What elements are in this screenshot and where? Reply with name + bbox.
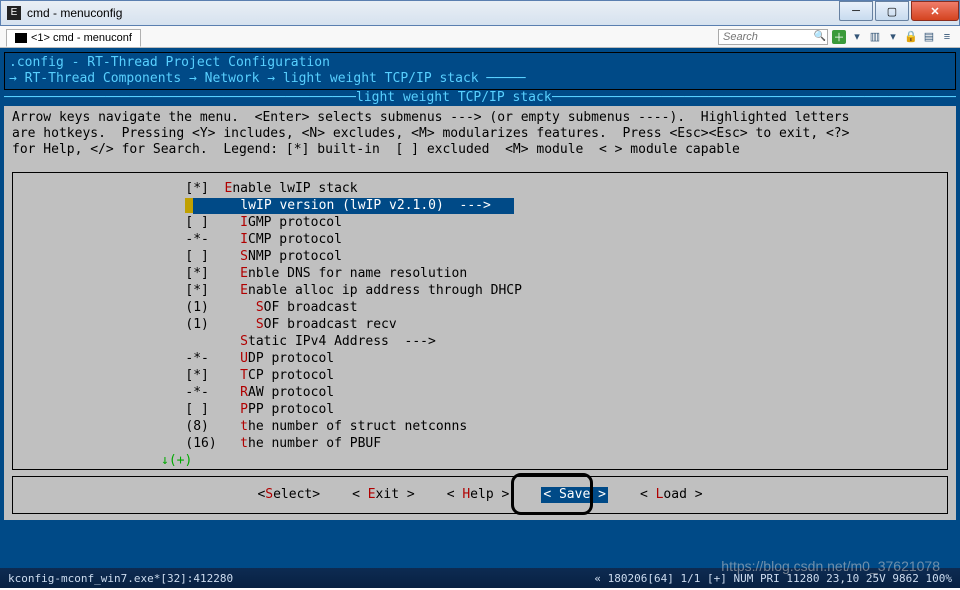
new-tab-button[interactable]: ＋ [832, 30, 846, 44]
menu-item[interactable]: (1) SOF broadcast [21, 300, 939, 317]
config-title: .config - RT-Thread Project Configuratio… [9, 55, 951, 71]
menu-item[interactable]: [*] Enable lwIP stack [21, 181, 939, 198]
menu-item[interactable]: [ ] IGMP protocol [21, 215, 939, 232]
hand-drawn-annotation [511, 473, 593, 515]
menu-list[interactable]: [*] Enable lwIP stack lwIP version (lwIP… [21, 181, 939, 453]
menu-item[interactable]: [ ] PPP protocol [21, 402, 939, 419]
menu-item[interactable]: (16) the number of PBUF [21, 436, 939, 453]
menu-item[interactable]: -*- RAW protocol [21, 385, 939, 402]
instr-3: for Help, </> for Search. Legend: [*] bu… [12, 142, 948, 158]
search-input[interactable] [718, 29, 828, 45]
window-titlebar: E cmd - menuconfig ─ ▢ ✕ [0, 0, 960, 26]
toolbar: <1> cmd - menuconf 🔍 ＋ ▾ ▥ ▾ 🔒 ▤ ≡ [0, 26, 960, 48]
menu-item[interactable]: (8) the number of struct netconns [21, 419, 939, 436]
chevron-down-icon[interactable]: ▾ [886, 30, 900, 44]
breadcrumb-tail: ───── [479, 71, 526, 86]
scroll-icon[interactable]: ▤ [922, 30, 936, 44]
menu-item[interactable]: [*] Enable alloc ip address through DHCP [21, 283, 939, 300]
menu-item[interactable]: -*- UDP protocol [21, 351, 939, 368]
status-bar: kconfig-mconf_win7.exe*[32]:412280 « 180… [0, 568, 960, 588]
menu-box[interactable]: [*] Enable lwIP stack lwIP version (lwIP… [12, 172, 948, 470]
action-select[interactable]: <Select> [257, 487, 320, 503]
close-button[interactable]: ✕ [911, 1, 959, 21]
tab-button[interactable]: <1> cmd - menuconf [6, 29, 141, 47]
menu-item[interactable]: [ ] SNMP protocol [21, 249, 939, 266]
breadcrumb-path: RT-Thread Components → Network → light w… [25, 71, 479, 86]
minimize-button[interactable]: ─ [839, 1, 873, 21]
search-wrap: 🔍 [718, 29, 828, 45]
status-right: « 180206[64] 1/1 [+] NUM PRI 11280 23,10… [594, 572, 952, 585]
tab-label: <1> cmd - menuconf [31, 32, 132, 44]
windows-icon[interactable]: ▥ [868, 30, 882, 44]
dropdown-icon[interactable]: ▾ [850, 30, 864, 44]
window-title: cmd - menuconfig [27, 6, 122, 20]
cmd-icon [15, 33, 27, 43]
status-left: kconfig-mconf_win7.exe*[32]:412280 [8, 572, 233, 585]
instr-2: are hotkeys. Pressing <Y> includes, <N> … [12, 126, 948, 142]
toolbar-right: 🔍 ＋ ▾ ▥ ▾ 🔒 ▤ ≡ [718, 29, 954, 45]
action-exit[interactable]: < Exit > [352, 487, 415, 503]
console-area: .config - RT-Thread Project Configuratio… [0, 48, 960, 568]
config-header: .config - RT-Thread Project Configuratio… [4, 52, 956, 90]
breadcrumb: → RT-Thread Components → Network → light… [9, 71, 951, 87]
panel: Arrow keys navigate the menu. <Enter> se… [4, 106, 956, 520]
menu-item[interactable]: [*] TCP protocol [21, 368, 939, 385]
menu-item[interactable]: Static IPv4 Address ---> [21, 334, 939, 351]
maximize-button[interactable]: ▢ [875, 1, 909, 21]
breadcrumb-prefix: → [9, 71, 25, 86]
menu-item[interactable]: -*- ICMP protocol [21, 232, 939, 249]
action-row: <Select> < Exit > < Help > < Save > < Lo… [12, 476, 948, 514]
menu-item[interactable]: (1) SOF broadcast recv [21, 317, 939, 334]
more-indicator: ↓(+) [21, 453, 939, 469]
search-icon: 🔍 [814, 31, 826, 42]
action-load[interactable]: < Load > [640, 487, 703, 503]
instr-1: Arrow keys navigate the menu. <Enter> se… [12, 110, 948, 126]
action-help[interactable]: < Help > [447, 487, 510, 503]
menu-item[interactable]: lwIP version (lwIP v2.1.0) ---> [21, 198, 939, 215]
app-icon: E [7, 6, 21, 20]
window-buttons: ─ ▢ ✕ [839, 1, 959, 21]
lock-icon[interactable]: 🔒 [904, 30, 918, 44]
panel-inner-title: light weight TCP/IP stack [356, 90, 552, 106]
menu-item[interactable]: [*] Enble DNS for name resolution [21, 266, 939, 283]
menu-icon[interactable]: ≡ [940, 30, 954, 44]
panel-title-rule: ────────────────────────────────────────… [4, 90, 956, 106]
